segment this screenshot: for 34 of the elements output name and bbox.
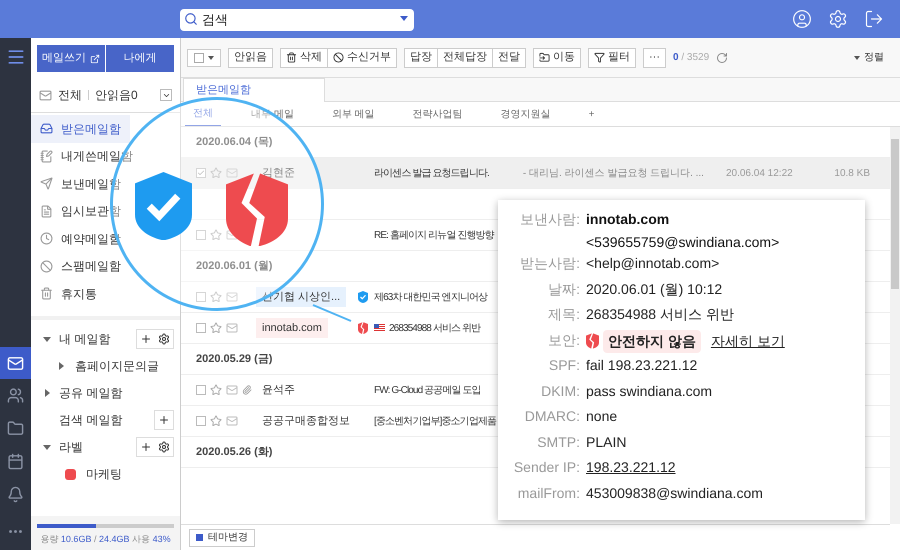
sender-name: 공공구매종합정보 [261, 414, 351, 429]
usage-text: 용량 10.6GB / 24.4GB 사용 43% [39, 532, 172, 546]
field-label: mailFrom: [516, 484, 581, 502]
date-header: 2020.06.04 (목) [196, 134, 272, 150]
mail-date: 20.06.04 12:22 [726, 166, 793, 180]
field-label: Sender IP: [512, 458, 581, 477]
unsafe-badge: 안전하지 않음 [603, 330, 701, 352]
field-value: fail 198.23.221.12 [586, 356, 698, 375]
field-label: 보낸사람: [519, 210, 581, 229]
field-label: 보안: [547, 330, 581, 350]
mail-size: 10.8 KB [834, 166, 870, 180]
field-value: PLAIN [586, 432, 626, 452]
field-label: 날짜: [547, 280, 581, 298]
date-header: 2020.05.29 (금) [196, 352, 272, 367]
field-value: 453009838@swindiana.com [586, 484, 763, 502]
field-label: SPF: [548, 356, 581, 375]
date-header: 2020.05.26 (화) [196, 444, 272, 460]
field-label: SMTP: [536, 432, 581, 452]
mail-preview: - 대리님. 라이센스 발급요청 드립니다. ... [522, 166, 704, 180]
field-value: pass swindiana.com [586, 382, 712, 401]
field-label: DKIM: [540, 382, 581, 400]
field-value: 268354988 서비스 위반 [586, 305, 734, 324]
field-value: 2020.06.01 (월) 10:12 [586, 280, 722, 299]
field-label: 제목: [547, 305, 581, 324]
sender-address: <539655759@swindiana.com> [586, 233, 780, 252]
date-header: 2020.06.01 (월) [196, 258, 272, 274]
field-label: DMARC: [524, 407, 581, 426]
mail-count: 0 / 3529 [673, 51, 710, 65]
sender-name: innotab.com [586, 210, 670, 229]
sender-name: 윤석주 [261, 382, 296, 398]
sender-name: innotab.com [256, 318, 328, 338]
field-value: <help@innotab.com> [586, 254, 720, 273]
field-label: 받는사람: [519, 254, 581, 273]
field-value: none [586, 407, 618, 426]
